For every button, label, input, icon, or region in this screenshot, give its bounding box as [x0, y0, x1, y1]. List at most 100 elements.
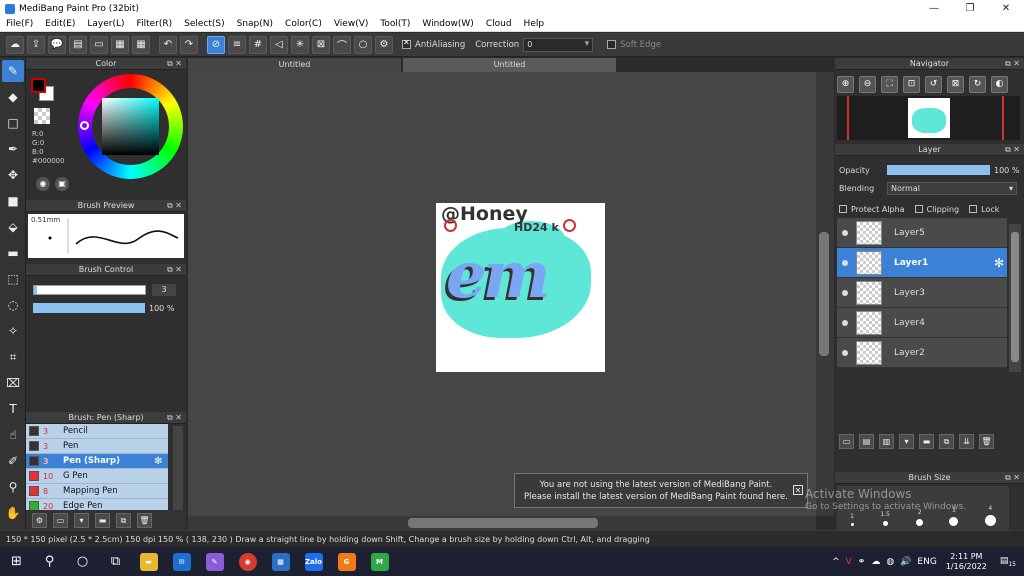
- actual-size-icon[interactable]: ⊡: [903, 76, 920, 93]
- wechat-icon[interactable]: ⚭: [858, 557, 866, 567]
- layer-opacity-slider[interactable]: [887, 165, 990, 175]
- new-8bit-layer-icon[interactable]: ▥: [879, 433, 894, 449]
- language-indicator[interactable]: ENG: [917, 557, 936, 567]
- antialiasing-checkbox[interactable]: [402, 38, 411, 49]
- rotate-left-icon[interactable]: ↺: [925, 76, 942, 93]
- brush-list-item[interactable]: 3 Pen (Sharp) ✻: [26, 454, 168, 469]
- update-notification[interactable]: You are not using the latest version of …: [514, 473, 808, 508]
- panel-options-icon[interactable]: ⧉ ✕: [1005, 144, 1020, 156]
- page-icon[interactable]: ▭: [90, 35, 108, 54]
- color-wheel-mode-icon[interactable]: ◉: [36, 177, 50, 191]
- redo-icon[interactable]: ↷: [180, 35, 198, 54]
- layer-row[interactable]: Layer2: [837, 338, 1007, 368]
- lasso-tool-icon[interactable]: ◌: [2, 294, 24, 316]
- brush-size-preset[interactable]: 1: [850, 513, 854, 526]
- brush-size-preset[interactable]: 4: [984, 505, 996, 526]
- snap-cross-icon[interactable]: ⊠: [312, 35, 330, 54]
- flip-icon[interactable]: ◐: [991, 76, 1008, 93]
- menu-edite[interactable]: Edit(E): [39, 19, 81, 29]
- restore-button[interactable]: ❐: [952, 0, 988, 17]
- delete-layer-icon[interactable]: 🗑: [979, 433, 994, 449]
- brush-size-value[interactable]: 3: [152, 284, 176, 296]
- layer-visibility-icon[interactable]: [842, 349, 848, 356]
- new-halftone-layer-icon[interactable]: ▤: [859, 433, 874, 449]
- brush-tool-icon[interactable]: ✎: [2, 60, 24, 82]
- brush-gear-icon[interactable]: ✻: [154, 456, 168, 467]
- notifications-icon[interactable]: ▤15: [1000, 556, 1016, 568]
- antivirus-icon[interactable]: V: [846, 557, 852, 567]
- saturation-value-square[interactable]: [102, 98, 159, 155]
- zoom-out-icon[interactable]: ⊖: [859, 76, 876, 93]
- snap-curve-icon[interactable]: ⌒: [333, 35, 351, 54]
- file-explorer-icon[interactable]: ▬: [132, 547, 165, 576]
- rotate-right-icon[interactable]: ↻: [969, 76, 986, 93]
- paint-icon[interactable]: ✎: [198, 547, 231, 576]
- hue-wheel[interactable]: [78, 74, 183, 179]
- brush-list-item[interactable]: 3 Pencil: [26, 424, 168, 439]
- mail-icon[interactable]: ✉: [165, 547, 198, 576]
- layer-visibility-icon[interactable]: [842, 259, 848, 266]
- add-layer-menu-icon[interactable]: ▾: [899, 433, 914, 449]
- operation-tool-icon[interactable]: ☝: [2, 424, 24, 446]
- select-eraser-tool-icon[interactable]: ⌧: [2, 372, 24, 394]
- foreground-color-swatch[interactable]: [31, 78, 46, 93]
- hue-marker[interactable]: [80, 121, 89, 130]
- brush-list-item[interactable]: 3 Pen: [26, 439, 168, 454]
- trash-icon[interactable]: 🗑: [137, 512, 152, 528]
- canvas-horizontal-scrollbar[interactable]: [188, 516, 816, 530]
- chat-icon[interactable]: 💬: [48, 35, 66, 54]
- layer-settings-icon[interactable]: ✻: [994, 256, 1004, 270]
- eyedropper-tool-icon[interactable]: ⚲: [2, 476, 24, 498]
- duplicate-icon[interactable]: ⧉: [116, 512, 131, 528]
- minimize-button[interactable]: —: [916, 0, 952, 17]
- add-brush-icon[interactable]: ▾: [74, 512, 89, 528]
- close-button[interactable]: ✕: [988, 0, 1024, 17]
- correction-select[interactable]: 0: [523, 37, 594, 52]
- layer-list-scrollbar[interactable]: [1009, 224, 1021, 372]
- magic-wand-tool-icon[interactable]: ✧: [2, 320, 24, 342]
- snap-circle-icon[interactable]: ○: [354, 35, 372, 54]
- canvas-vertical-scrollbar[interactable]: [816, 72, 834, 516]
- panel-options-icon[interactable]: ⧉ ✕: [1005, 58, 1020, 70]
- windows-start-icon[interactable]: ⊞: [0, 547, 33, 576]
- menu-selects[interactable]: Select(S): [178, 19, 231, 29]
- canvas-area[interactable]: em @Honey HD24 k: [188, 72, 816, 516]
- reset-rotation-icon[interactable]: ⊠: [947, 76, 964, 93]
- clipping-checkbox[interactable]: [914, 205, 923, 213]
- menu-filef[interactable]: File(F): [0, 19, 39, 29]
- layer-visibility-icon[interactable]: [842, 229, 848, 236]
- layer-folder-icon[interactable]: ▬: [919, 433, 934, 449]
- brush-list-item[interactable]: 8 Mapping Pen: [26, 484, 168, 499]
- new-brush-icon[interactable]: ▭: [53, 512, 68, 528]
- brush-size-slider[interactable]: [33, 285, 146, 295]
- menu-layerl[interactable]: Layer(L): [81, 19, 130, 29]
- search-icon[interactable]: ⚲: [33, 547, 66, 576]
- snap-vanish-icon[interactable]: ◁: [270, 35, 288, 54]
- network-icon[interactable]: ◍: [886, 557, 894, 567]
- volume-icon[interactable]: 🔊: [900, 557, 911, 567]
- hand-tool-icon[interactable]: ✋: [2, 502, 24, 524]
- fill-rect-tool-icon[interactable]: ■: [2, 190, 24, 212]
- text-tool-icon[interactable]: T: [2, 398, 24, 420]
- cloud-icon[interactable]: ☁: [6, 35, 24, 54]
- panel-options-icon[interactable]: ⧉ ✕: [167, 58, 182, 70]
- menu-viewv[interactable]: View(V): [328, 19, 375, 29]
- layer-row[interactable]: Layer4: [837, 308, 1007, 338]
- pages-icon[interactable]: ▦: [111, 35, 129, 54]
- select-pen-tool-icon[interactable]: ⌗: [2, 346, 24, 368]
- cortana-icon[interactable]: ○: [66, 547, 99, 576]
- transparent-color-swatch[interactable]: [34, 108, 50, 124]
- divide-tool-icon[interactable]: ✐: [2, 450, 24, 472]
- color-palette-mode-icon[interactable]: ▣: [55, 177, 69, 191]
- panel-options-icon[interactable]: ⧉ ✕: [167, 264, 182, 276]
- brush-opacity-slider[interactable]: [33, 303, 145, 313]
- select-rect-tool-icon[interactable]: ⬚: [2, 268, 24, 290]
- folder-icon[interactable]: ▬: [95, 512, 110, 528]
- tab-untitled-2[interactable]: Untitled: [403, 58, 616, 72]
- chrome-icon[interactable]: ◉: [231, 547, 264, 576]
- gradient-tool-icon[interactable]: ▬: [2, 242, 24, 264]
- eraser-tool-icon[interactable]: ◆: [2, 86, 24, 108]
- menu-filterr[interactable]: Filter(R): [131, 19, 179, 29]
- layer-row[interactable]: Layer5: [837, 218, 1007, 248]
- layer-visibility-icon[interactable]: [842, 319, 848, 326]
